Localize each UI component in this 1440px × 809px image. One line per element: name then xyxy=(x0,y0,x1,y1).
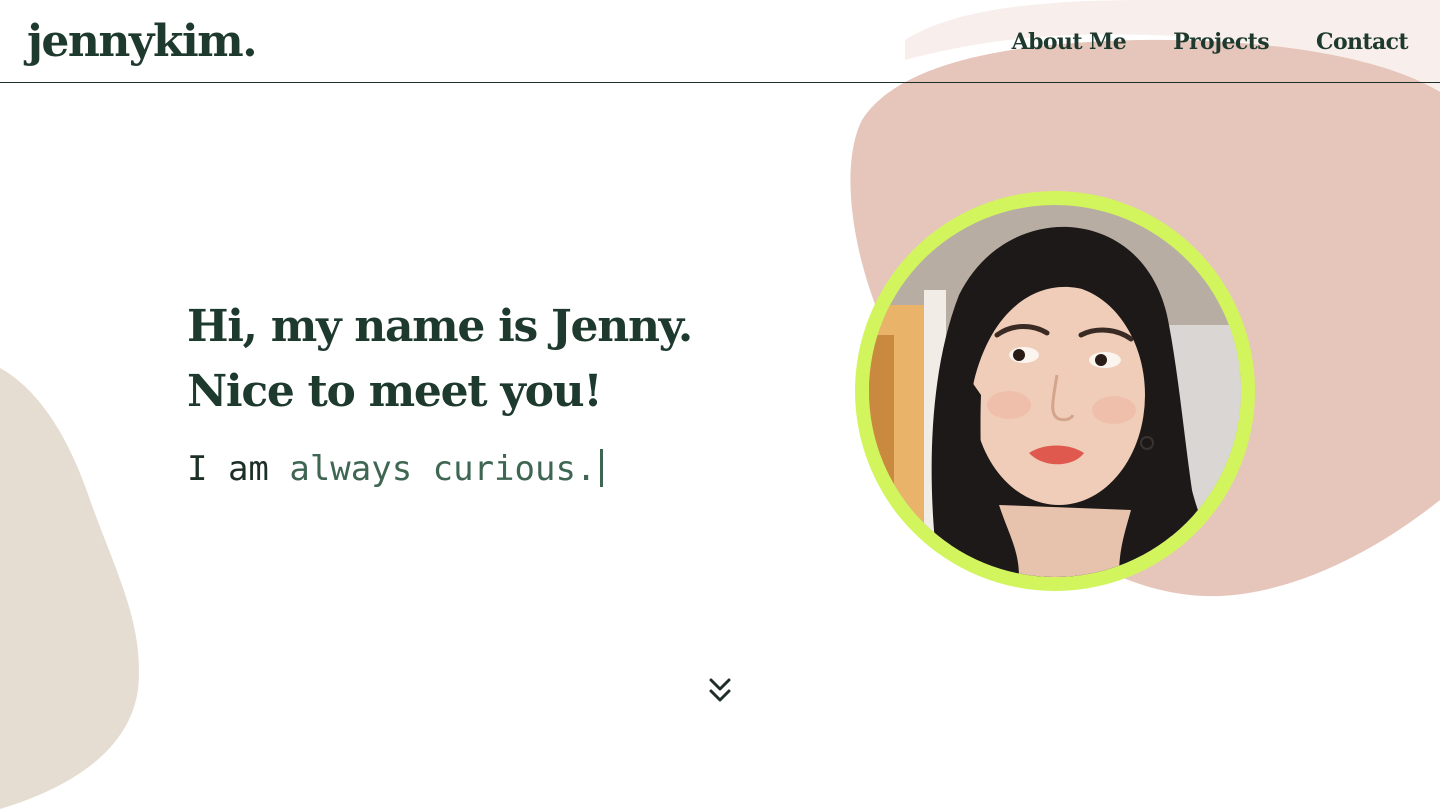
typing-cursor xyxy=(600,449,604,487)
typing-word: always curious. xyxy=(289,449,597,489)
photo-cheek-left xyxy=(987,391,1031,419)
profile-photo xyxy=(869,205,1241,577)
photo-pupil-right xyxy=(1095,354,1107,366)
photo-pupil-left xyxy=(1013,349,1025,361)
site-header: jennykim. About Me Projects Contact xyxy=(0,0,1440,83)
nav-contact[interactable]: Contact xyxy=(1316,26,1409,58)
typing-prefix: I am xyxy=(187,449,290,489)
main-nav: About Me Projects Contact xyxy=(1012,26,1409,58)
blob-beige xyxy=(0,368,140,809)
page: jennykim. About Me Projects Contact Hi, … xyxy=(0,0,1440,809)
double-chevron-down-icon xyxy=(709,678,731,702)
profile-photo-illustration xyxy=(869,205,1241,577)
photo-neck xyxy=(999,505,1131,577)
portrait-ring xyxy=(855,191,1255,591)
hero-intro: Hi, my name is Jenny. Nice to meet you! … xyxy=(187,294,693,492)
hero-heading: Hi, my name is Jenny. Nice to meet you! xyxy=(187,294,693,424)
hero-line-1: Hi, my name is Jenny. xyxy=(187,301,693,352)
scroll-down-button[interactable] xyxy=(706,674,734,708)
site-logo[interactable]: jennykim. xyxy=(27,12,258,72)
photo-cheek-right xyxy=(1092,396,1136,424)
typing-text: I am always curious. xyxy=(187,446,692,492)
nav-about-me[interactable]: About Me xyxy=(1012,26,1127,58)
hero-line-2: Nice to meet you! xyxy=(187,366,603,417)
nav-projects[interactable]: Projects xyxy=(1173,26,1270,58)
